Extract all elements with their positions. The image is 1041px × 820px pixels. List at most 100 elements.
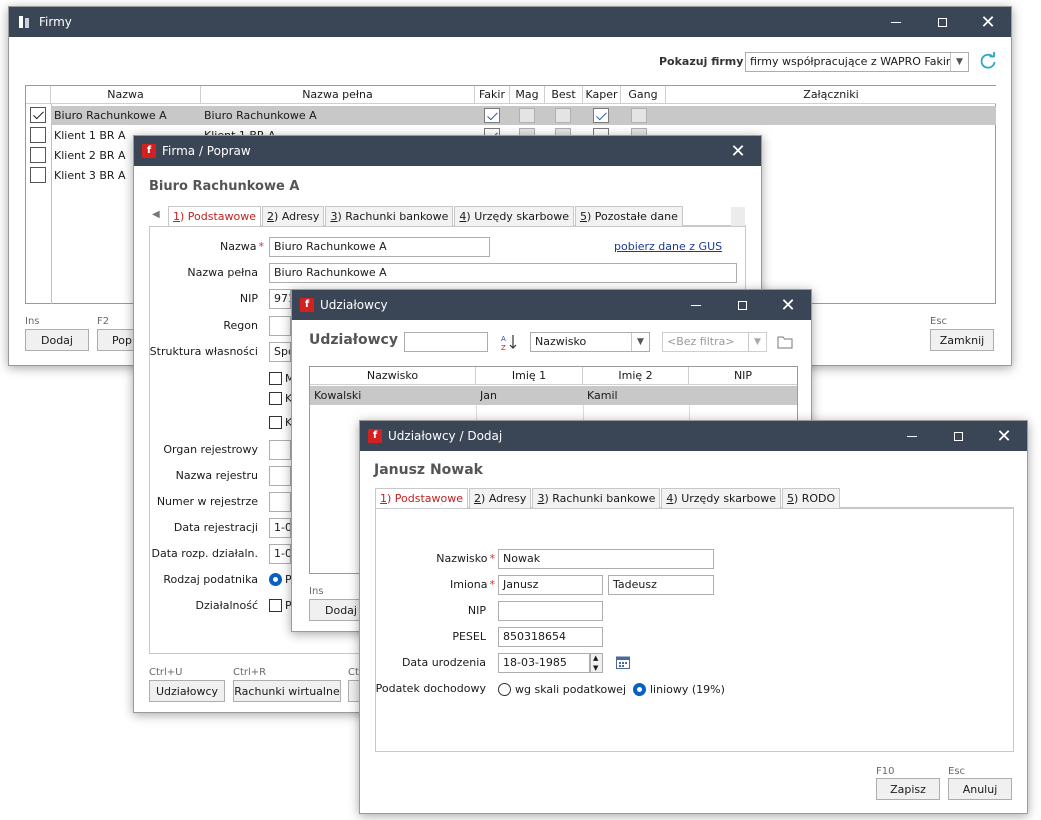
data-rozp-field[interactable]: 1-01 bbox=[269, 544, 291, 564]
tab-podstawowe[interactable]: 1) Podstawowe bbox=[168, 206, 262, 227]
tab-rachunki[interactable]: 3) Rachunki bankowe bbox=[325, 206, 454, 226]
zapisz-button[interactable]: Zapisz bbox=[876, 778, 940, 800]
nazwisko-field[interactable]: Nowak bbox=[498, 549, 714, 569]
grid-divider bbox=[51, 104, 52, 304]
date-spinner[interactable]: ▲ ▼ bbox=[590, 653, 603, 673]
firmy-titlebar[interactable]: Firmy ✕ bbox=[9, 7, 1011, 37]
tab-urzedy[interactable]: 4) Urzędy skarbowe bbox=[661, 488, 781, 508]
maximize-icon[interactable] bbox=[919, 7, 965, 37]
udzialowcy-titlebar[interactable]: f Udziałowcy ✕ bbox=[292, 290, 811, 320]
row-checkbox[interactable] bbox=[30, 127, 46, 143]
grid-header-imie1[interactable]: Imię 1 bbox=[476, 367, 583, 385]
dodaj-button[interactable]: Dodaj bbox=[25, 329, 89, 351]
label-rodzaj-podatnika: Rodzaj podatnika bbox=[163, 573, 258, 586]
chevron-down-icon: ▼ bbox=[748, 333, 766, 351]
sort-az-icon[interactable]: A Z bbox=[500, 333, 518, 351]
rachunki-wirtualne-button[interactable]: Rachunki wirtualne bbox=[233, 680, 341, 702]
kaper-checkbox[interactable] bbox=[593, 108, 609, 123]
nip-field[interactable] bbox=[498, 601, 603, 621]
nazwa-rejestru-field[interactable] bbox=[269, 466, 291, 486]
udzialowcy-button[interactable]: Udziałowcy bbox=[149, 680, 225, 702]
option-checkbox-1[interactable] bbox=[269, 372, 282, 385]
pesel-field[interactable]: 850318654 bbox=[498, 627, 603, 647]
grid-header-best[interactable]: Best bbox=[545, 86, 583, 104]
tab-rodo[interactable]: 5) RODO bbox=[781, 488, 841, 508]
anuluj-button[interactable]: Anuluj bbox=[948, 778, 1012, 800]
imie2-field[interactable]: Tadeusz bbox=[608, 575, 714, 595]
spinner-up-icon[interactable]: ▲ bbox=[593, 654, 598, 662]
maximize-icon[interactable] bbox=[719, 290, 765, 320]
row-checkbox[interactable] bbox=[30, 147, 46, 163]
grid-header-imie2[interactable]: Imię 2 bbox=[583, 367, 689, 385]
row-checkbox[interactable] bbox=[30, 107, 46, 123]
gang-checkbox[interactable] bbox=[631, 108, 647, 123]
label-numer-rejestru: Numer w rejestrze bbox=[156, 495, 258, 508]
gus-link[interactable]: pobierz dane z GUS bbox=[614, 240, 722, 253]
dzialalnosc-checkbox[interactable] bbox=[269, 599, 282, 612]
grid-header-nazwisko[interactable]: Nazwisko bbox=[310, 367, 476, 385]
liniowy-radio[interactable] bbox=[633, 683, 646, 696]
zamknij-button[interactable]: Zamknij bbox=[930, 329, 994, 351]
label-organ: Organ rejestrowy bbox=[163, 443, 258, 456]
data-rejestracji-field[interactable]: 1-01 bbox=[269, 518, 291, 538]
data-urodzenia-field[interactable]: 18-03-1985 bbox=[498, 653, 590, 673]
spinner-down-icon[interactable]: ▼ bbox=[593, 664, 598, 672]
grid-header-mag[interactable]: Mag bbox=[510, 86, 545, 104]
grid-header-nip[interactable]: NIP bbox=[689, 367, 797, 385]
app-logo-icon: f bbox=[368, 429, 382, 443]
grid-header-nazwa[interactable]: Nazwa bbox=[51, 86, 201, 104]
imie1-field[interactable]: Janusz bbox=[498, 575, 603, 595]
regon-field[interactable] bbox=[269, 316, 291, 336]
rodzaj-podatnika-radio[interactable] bbox=[269, 573, 282, 586]
grid-header-fakir[interactable]: Fakir bbox=[475, 86, 510, 104]
fakir-checkbox[interactable] bbox=[484, 108, 500, 123]
label-nip: NIP bbox=[239, 292, 258, 305]
row-checkbox[interactable] bbox=[30, 167, 46, 183]
grid-header-gang[interactable]: Gang bbox=[621, 86, 666, 104]
close-icon[interactable]: ✕ bbox=[965, 7, 1011, 37]
calendar-icon[interactable] bbox=[615, 654, 631, 670]
struktura-select[interactable]: Spół bbox=[269, 342, 291, 362]
maximize-icon[interactable] bbox=[935, 421, 981, 451]
tab-scroll-left-icon[interactable]: ◀ bbox=[152, 209, 160, 220]
table-row[interactable] bbox=[310, 386, 797, 405]
dodaj-titlebar[interactable]: f Udziałowcy / Dodaj ✕ bbox=[360, 421, 1027, 451]
tab-rachunki[interactable]: 3) Rachunki bankowe bbox=[532, 488, 661, 508]
filter-select-value: <Bez filtra> bbox=[667, 335, 735, 348]
tab-urzedy[interactable]: 4) Urzędy skarbowe bbox=[454, 206, 574, 226]
filter-select[interactable]: firmy współpracujące z WAPRO Fakir ▼ bbox=[745, 52, 969, 72]
grid-header-nazwa-pelna[interactable]: Nazwa pełna bbox=[201, 86, 475, 104]
row-imie1: Jan bbox=[480, 389, 497, 402]
refresh-icon[interactable] bbox=[978, 51, 998, 71]
nazwa-pelna-field[interactable]: Biuro Rachunkowe A bbox=[269, 263, 737, 283]
nazwa-field[interactable]: Biuro Rachunkowe A bbox=[269, 237, 490, 257]
skala-radio[interactable] bbox=[498, 683, 511, 696]
minimize-icon[interactable] bbox=[889, 421, 935, 451]
tab-adresy[interactable]: 2) Adresy bbox=[262, 206, 325, 226]
search-input[interactable] bbox=[404, 332, 488, 352]
tab-adresy[interactable]: 2) Adresy bbox=[469, 488, 532, 508]
mag-checkbox[interactable] bbox=[519, 108, 535, 123]
folder-icon[interactable] bbox=[777, 335, 793, 349]
firma-popraw-titlebar[interactable]: f Firma / Popraw ✕ bbox=[134, 136, 761, 166]
row-name: Klient 3 BR A bbox=[54, 169, 126, 182]
tab-podstawowe[interactable]: 1) Podstawowe bbox=[375, 488, 469, 509]
grid-header-zalaczniki[interactable]: Załączniki bbox=[666, 86, 996, 104]
tab-pozostale[interactable]: 5) Pozostałe dane bbox=[574, 206, 683, 226]
best-checkbox[interactable] bbox=[555, 108, 571, 123]
close-icon[interactable]: ✕ bbox=[981, 421, 1027, 451]
sort-select[interactable]: Nazwisko ▼ bbox=[530, 332, 650, 352]
tab-scroll-placeholder bbox=[731, 207, 745, 226]
numer-rejestru-field[interactable] bbox=[269, 492, 291, 512]
filter-select[interactable]: <Bez filtra> ▼ bbox=[662, 332, 767, 352]
grid-header-kaper[interactable]: Kaper bbox=[583, 86, 621, 104]
minimize-icon[interactable] bbox=[673, 290, 719, 320]
nip-field[interactable]: 9714 bbox=[269, 289, 291, 309]
organ-field[interactable] bbox=[269, 440, 291, 460]
option-checkbox-3[interactable] bbox=[269, 416, 282, 429]
close-icon[interactable]: ✕ bbox=[715, 136, 761, 166]
close-icon[interactable]: ✕ bbox=[765, 290, 811, 320]
firma-heading: Biuro Rachunkowe A bbox=[149, 179, 300, 194]
option-checkbox-2[interactable] bbox=[269, 392, 282, 405]
minimize-icon[interactable] bbox=[873, 7, 919, 37]
